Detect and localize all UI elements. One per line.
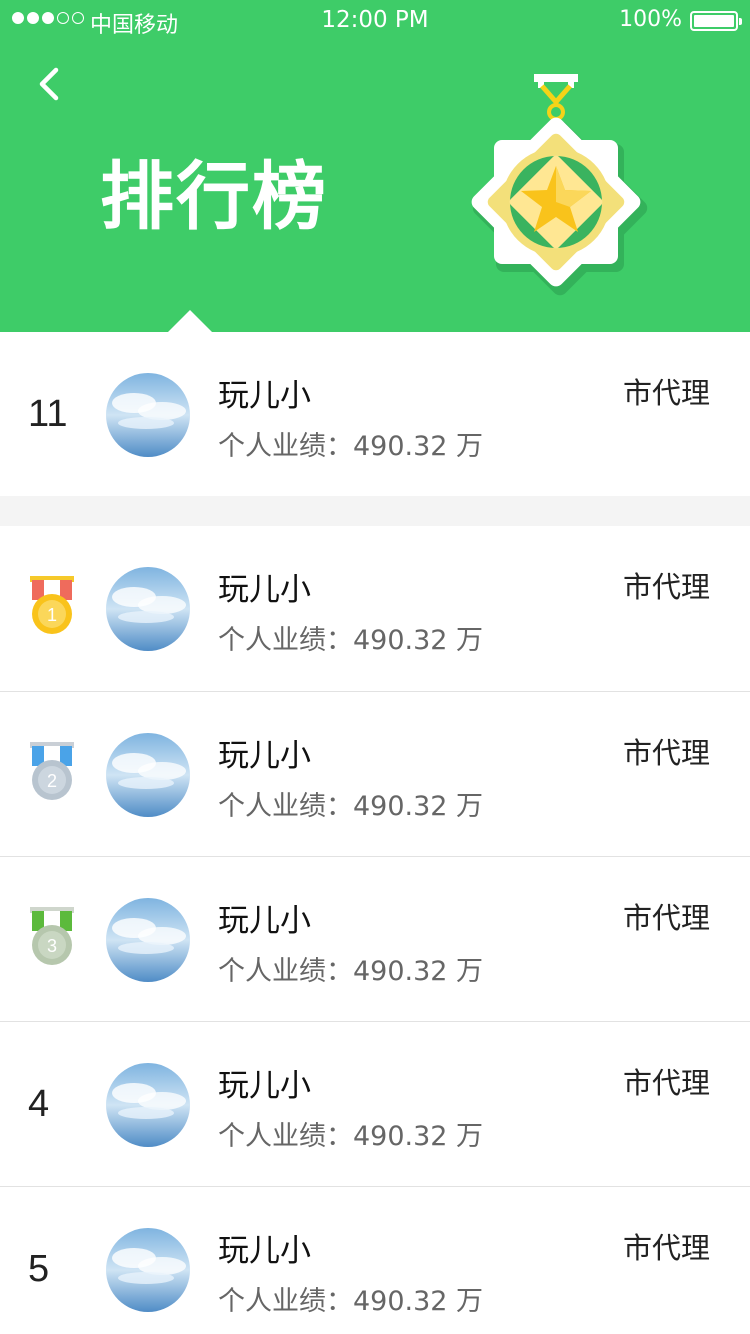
page-title: 排行榜 (100, 154, 328, 240)
role-label: 市代理 (622, 736, 710, 770)
performance-text: 个人业绩：490.32 万 (218, 431, 484, 462)
performance-text: 个人业绩：490.32 万 (218, 625, 484, 656)
battery-icon (690, 11, 742, 31)
avatar (106, 567, 190, 651)
my-rank-row[interactable]: 11 玩儿小 个人业绩：490.32 万 市代理 (0, 332, 750, 497)
avatar (106, 1228, 190, 1312)
user-name: 玩儿小 (218, 738, 311, 774)
list-item[interactable]: 4 玩儿小 个人业绩：490.32 万 市代理 (0, 1021, 750, 1186)
list-item[interactable]: 2 玩儿小 个人业绩：490.32 万 市代理 (0, 691, 750, 856)
user-name: 玩儿小 (218, 572, 311, 608)
performance-text: 个人业绩：490.32 万 (218, 1121, 484, 1152)
role-label: 市代理 (622, 1231, 710, 1265)
user-name: 玩儿小 (218, 903, 311, 939)
role-label: 市代理 (622, 901, 710, 935)
avatar (106, 733, 190, 817)
rank-number: 4 (28, 1083, 50, 1125)
role-label: 市代理 (622, 376, 710, 410)
performance-text: 个人业绩：490.32 万 (218, 956, 484, 987)
list-item[interactable]: 5 玩儿小 个人业绩：490.32 万 市代理 (0, 1186, 750, 1334)
user-name: 玩儿小 (218, 378, 311, 414)
user-name: 玩儿小 (218, 1068, 311, 1104)
performance-text: 个人业绩：490.32 万 (218, 1286, 484, 1317)
section-divider (0, 496, 750, 526)
svg-text:2: 2 (47, 771, 57, 791)
rank-number: 5 (28, 1248, 50, 1290)
battery-percent: 100% (619, 7, 682, 32)
list-item[interactable]: 1 玩儿小 个人业绩：490.32 万 市代理 (0, 526, 750, 691)
role-label: 市代理 (622, 570, 710, 604)
silver-medal-icon: 2 (30, 742, 74, 800)
user-name: 玩儿小 (218, 1233, 311, 1269)
rank-number: 11 (28, 393, 68, 435)
avatar (106, 373, 190, 457)
medal-icon (471, 74, 648, 296)
svg-text:3: 3 (47, 936, 57, 956)
bronze-medal-icon: 3 (30, 907, 74, 965)
gold-medal-icon: 1 (30, 576, 74, 634)
header: 中国移动 12:00 PM 100% 排行榜 (0, 0, 750, 332)
svg-text:1: 1 (47, 605, 57, 625)
status-bar: 中国移动 12:00 PM 100% (0, 0, 750, 40)
list-item[interactable]: 3 玩儿小 个人业绩：490.32 万 市代理 (0, 856, 750, 1021)
role-label: 市代理 (622, 1066, 710, 1100)
back-button[interactable] (28, 62, 72, 106)
performance-text: 个人业绩：490.32 万 (218, 791, 484, 822)
avatar (106, 1063, 190, 1147)
avatar (106, 898, 190, 982)
header-pointer (168, 310, 212, 332)
